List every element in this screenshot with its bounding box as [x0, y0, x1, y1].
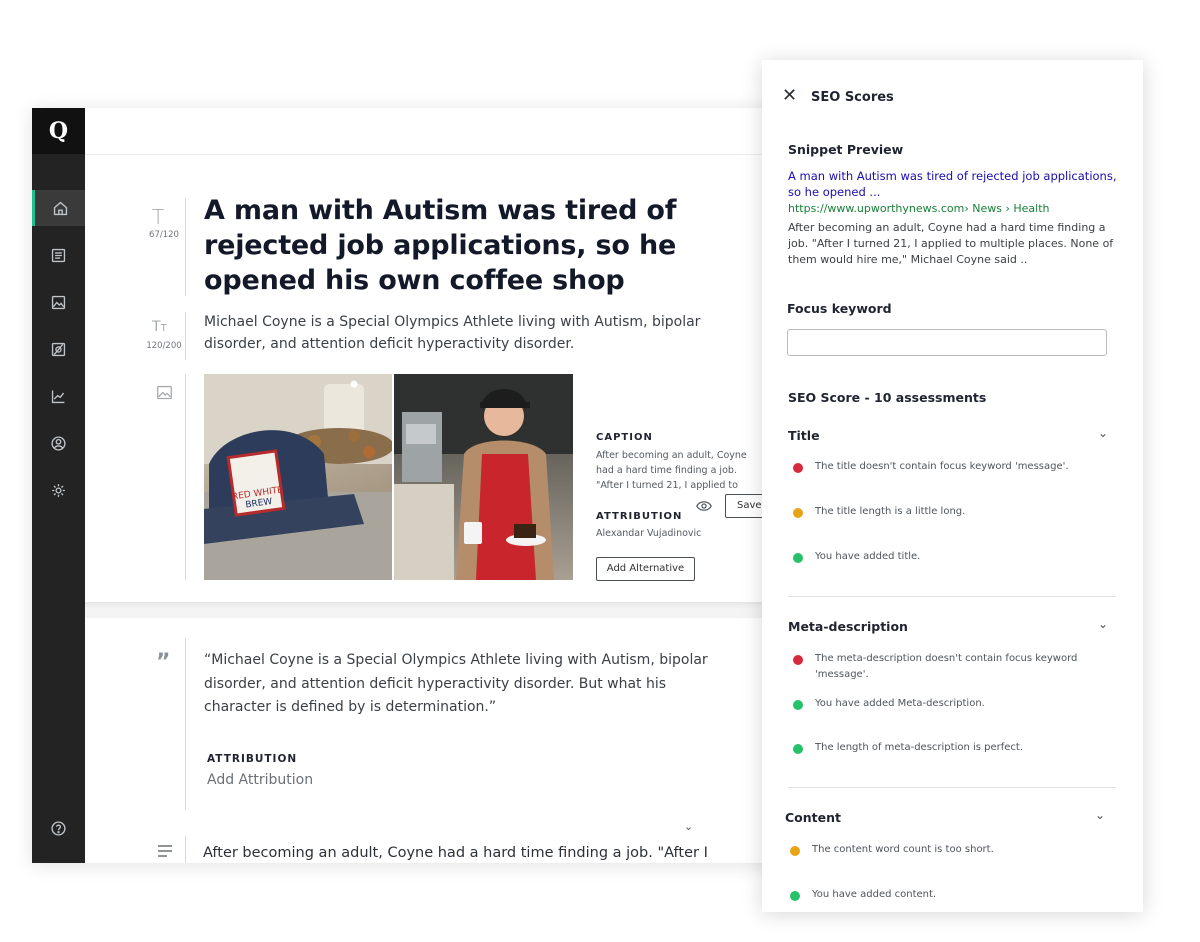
nav-media[interactable]: [32, 284, 85, 320]
snippet-description: After becoming an adult, Coyne had a har…: [788, 221, 1114, 266]
group-content-heading[interactable]: Content: [785, 810, 841, 825]
story-subtitle[interactable]: Michael Coyne is a Special Olympics Athl…: [204, 311, 764, 355]
nav-help[interactable]: [32, 810, 85, 846]
quote-attribution-label: ATTRIBUTION: [207, 753, 298, 765]
story-editor: Q T 67/120 A man with Autism was tired o…: [32, 108, 772, 863]
title-char-count: 67/120: [149, 230, 179, 240]
title-guide-line: [185, 198, 186, 296]
image-guide-line: [185, 374, 186, 580]
status-dot: [793, 553, 803, 563]
quote-text[interactable]: “Michael Coyne is a Special Olympics Ath…: [204, 649, 724, 720]
focus-keyword-heading: Focus keyword: [787, 301, 892, 316]
image-attribution-text[interactable]: Alexandar Vujadinovic: [596, 526, 701, 541]
body-guide-line: [185, 836, 186, 863]
assessment-item: The length of meta-description is perfec…: [815, 742, 1024, 753]
subtitle-icon: TT: [152, 319, 167, 335]
analytics-icon: [51, 390, 65, 403]
help-icon: [51, 820, 66, 836]
status-dot: [793, 508, 803, 518]
card-separator: [85, 602, 772, 618]
story-photo-cap[interactable]: RED WHITE BREW: [204, 374, 392, 580]
status-dot: [793, 744, 803, 754]
nav-gallery[interactable]: [32, 331, 85, 367]
caption-label: CAPTION: [596, 432, 653, 443]
image-attribution-label: ATTRIBUTION: [596, 511, 683, 522]
assessment-item: The content word count is too short.: [812, 844, 994, 855]
image-icon: [156, 384, 173, 405]
snippet-url: https://www.upworthynews.com› News › Hea…: [788, 202, 1050, 215]
snippet-title[interactable]: A man with Autism was tired of rejected …: [788, 168, 1118, 200]
group-divider: [788, 596, 1116, 597]
snippet-heading: Snippet Preview: [788, 142, 904, 157]
status-dot: [793, 463, 803, 473]
add-alternative-button[interactable]: Add Alternative: [596, 557, 695, 581]
seo-panel-title: SEO Scores: [811, 90, 894, 105]
app-logo[interactable]: Q: [32, 108, 85, 154]
seo-panel: ✕ SEO Scores Snippet Preview A man with …: [762, 60, 1143, 912]
nav-analytics[interactable]: [32, 378, 85, 414]
subtitle-char-count: 120/200: [146, 341, 182, 351]
chevron-down-icon[interactable]: ⌄: [1098, 617, 1108, 631]
profile-icon: [51, 435, 66, 451]
assessment-item: You have added Meta-description.: [815, 698, 985, 709]
caption-text[interactable]: After becoming an adult, Coyne had a har…: [596, 448, 756, 493]
assessment-item: The title doesn't contain focus keyword …: [815, 461, 1069, 472]
group-meta-heading[interactable]: Meta-description: [788, 619, 908, 634]
seo-score-heading: SEO Score - 10 assessments: [788, 390, 987, 405]
assessment-item: The title length is a little long.: [815, 506, 966, 517]
nav-settings[interactable]: [32, 472, 85, 508]
home-icon: [53, 201, 67, 215]
stories-icon: [51, 248, 66, 262]
quote-icon: ”: [156, 650, 171, 675]
status-dot: [790, 846, 800, 856]
chevron-down-icon[interactable]: ⌄: [684, 820, 693, 833]
status-dot: [793, 655, 803, 665]
quote-attribution-input[interactable]: Add Attribution: [207, 772, 313, 788]
story-photo-barista[interactable]: [394, 374, 573, 580]
settings-icon: [52, 483, 65, 497]
paragraph-icon: [157, 843, 173, 862]
subtitle-guide-line: [185, 312, 186, 360]
quote-guide-line: [185, 638, 186, 810]
chevron-down-icon[interactable]: ⌄: [1095, 808, 1105, 822]
nav-stories[interactable]: [32, 237, 85, 273]
toolbar-divider: [85, 154, 772, 155]
assessment-item: You have added title.: [815, 551, 921, 562]
gallery-icon: [51, 342, 66, 356]
preview-eye-icon[interactable]: [696, 498, 712, 517]
body-paragraph[interactable]: After becoming an adult, Coyne had a har…: [203, 845, 763, 861]
title-icon: T: [152, 205, 165, 229]
assessment-item: The meta-description doesn't contain foc…: [815, 653, 1078, 680]
group-divider: [788, 787, 1116, 788]
group-title-heading[interactable]: Title: [788, 428, 820, 443]
media-icon: [51, 295, 66, 309]
close-icon[interactable]: ✕: [782, 87, 797, 105]
focus-keyword-input[interactable]: [787, 329, 1107, 356]
assessment-item: You have added content.: [812, 889, 937, 900]
status-dot: [790, 891, 800, 901]
status-dot: [793, 700, 803, 710]
nav-home[interactable]: [32, 190, 85, 226]
nav-profile[interactable]: [32, 425, 85, 461]
story-headline[interactable]: A man with Autism was tired of rejected …: [204, 193, 704, 298]
sidebar: Q: [32, 108, 85, 863]
chevron-down-icon[interactable]: ⌄: [1098, 426, 1108, 440]
